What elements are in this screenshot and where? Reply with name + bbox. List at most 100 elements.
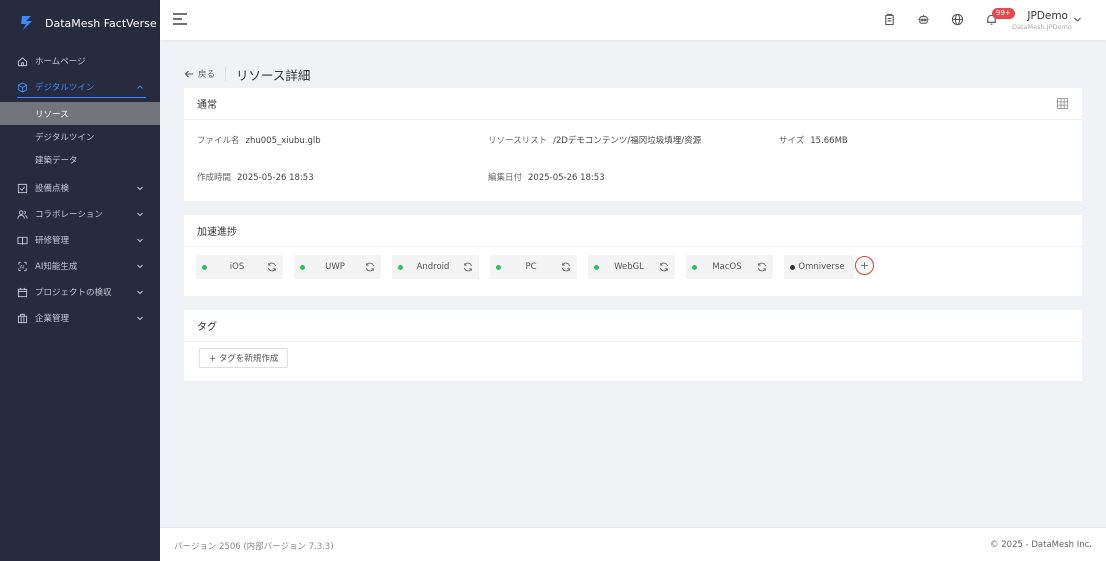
sidebar-item-collaboration[interactable]: コラボレーション: [0, 201, 160, 227]
checkbox-icon: [17, 183, 28, 194]
sidebar-item-label: 企業管理: [35, 314, 70, 324]
created-value: 2025-05-26 18:53: [237, 173, 314, 183]
size-field: サイズ 15.66MB: [779, 134, 848, 146]
version-text: バージョン 2506 (内部バージョン 7.3.3): [174, 542, 334, 552]
svg-text:AI: AI: [20, 264, 24, 270]
sidebar-subitem-digital-twin[interactable]: デジタルツイン: [0, 125, 160, 148]
page-title: リソース詳細: [236, 67, 311, 83]
add-platform-button[interactable]: +: [855, 256, 874, 275]
platform-webgl[interactable]: WebGL: [588, 255, 675, 279]
chevron-down-icon: [136, 236, 144, 244]
refresh-icon[interactable]: [561, 262, 571, 272]
cube-icon: [17, 81, 28, 93]
back-button[interactable]: 戻る: [184, 68, 215, 80]
card-title: 加速進捗: [184, 215, 1082, 247]
platform-name: UWP: [325, 262, 345, 272]
sidebar-nav: ホームページ デジタルツイン リソース デジタルツイン 建築データ 設備点検 コ…: [0, 48, 160, 331]
platform-list: iOS UWP Android PC WebGL MacOS Omniverse: [196, 255, 865, 279]
clipboard-icon[interactable]: [883, 13, 896, 26]
platform-name: MacOS: [712, 262, 742, 272]
sidebar: DataMesh FactVerse ホームページ デジタルツイン リソース デ…: [0, 0, 160, 561]
page-heading: 戻る リソース詳細: [184, 64, 310, 84]
chevron-down-icon: [1073, 15, 1082, 24]
tags-title: タグ: [197, 322, 217, 333]
brand-logo-icon: [21, 16, 32, 30]
sidebar-item-project-acceptance[interactable]: プロジェクトの検収: [0, 279, 160, 305]
file-name-field: ファイル名 zhu005_xiubu.glb: [197, 134, 321, 146]
ai-icon: AI: [17, 261, 28, 272]
file-name-value: zhu005_xiubu.glb: [245, 136, 321, 146]
robot-icon[interactable]: [917, 13, 930, 26]
top-header: 99+ JPDemo DataMesh.JPDemo: [160, 0, 1106, 40]
acceleration-card: 加速進捗 iOS UWP Android PC WebGL MacOS Omni…: [184, 215, 1082, 296]
acceleration-title: 加速進捗: [197, 227, 237, 238]
menu-toggle-icon[interactable]: [172, 12, 188, 26]
building-icon: [17, 313, 28, 324]
refresh-icon[interactable]: [365, 262, 375, 272]
size-label: サイズ: [779, 136, 805, 146]
new-tag-button[interactable]: + タグを新規作成: [199, 348, 289, 368]
sidebar-item-label: 研修管理: [35, 236, 70, 246]
resource-list-field: リソースリスト/2Dデモコンテンツ/福冈垃圾填埋/资源: [488, 134, 701, 146]
platform-ios[interactable]: iOS: [196, 255, 283, 279]
sidebar-item-label: AI知能生成: [35, 262, 78, 272]
platform-macos[interactable]: MacOS: [686, 255, 773, 279]
user-account: DataMesh.JPDemo: [1012, 23, 1072, 31]
book-icon: [17, 235, 28, 246]
sidebar-item-label: デジタルツイン: [35, 83, 95, 93]
back-label: 戻る: [198, 70, 216, 80]
sidebar-subitem-building-data[interactable]: 建築データ: [0, 148, 160, 171]
user-name: JPDemo: [1027, 10, 1068, 22]
platform-name: Omniverse: [798, 262, 845, 272]
sidebar-item-digital-twin[interactable]: デジタルツイン: [0, 74, 160, 100]
sidebar-item-enterprise[interactable]: 企業管理: [0, 305, 160, 331]
users-icon: [17, 209, 28, 220]
general-title: 通常: [197, 100, 217, 111]
sidebar-item-label: プロジェクトの検収: [35, 288, 112, 298]
card-title: タグ: [184, 310, 1082, 342]
user-menu[interactable]: JPDemo DataMesh.JPDemo: [1012, 10, 1082, 31]
general-card: 通常 ファイル名 zhu005_xiubu.glb リソースリスト/2Dデモコンテ…: [184, 88, 1082, 201]
platform-name: PC: [525, 262, 537, 272]
chevron-down-icon: [136, 184, 144, 192]
home-icon: [17, 56, 28, 67]
arrow-left-icon: [184, 70, 193, 78]
resource-list-value: /2Dデモコンテンツ/福冈垃圾填埋/资源: [553, 136, 702, 146]
created-field: 作成時間 2025-05-26 18:53: [197, 171, 314, 183]
brand[interactable]: DataMesh FactVerse: [0, 0, 160, 46]
chevron-down-icon: [136, 262, 144, 270]
edited-label: 編集日付: [488, 173, 523, 183]
size-value: 15.66MB: [810, 136, 848, 146]
footer: バージョン 2506 (内部バージョン 7.3.3) © 2025 - Data…: [160, 527, 1106, 561]
platform-omniverse[interactable]: Omniverse: [784, 255, 854, 279]
resource-list-label: リソースリスト: [488, 136, 548, 146]
platform-name: iOS: [229, 262, 245, 272]
tags-card: タグ + タグを新規作成: [184, 310, 1082, 381]
sidebar-item-home[interactable]: ホームページ: [0, 48, 160, 74]
chevron-down-icon: [136, 314, 144, 322]
sidebar-item-training[interactable]: 研修管理: [0, 227, 160, 253]
sidebar-item-inspection[interactable]: 設備点検: [0, 175, 160, 201]
platform-name: Android: [416, 262, 450, 272]
divider: [225, 67, 227, 81]
edited-value: 2025-05-26 18:53: [528, 173, 605, 183]
sidebar-item-ai[interactable]: AI AI知能生成: [0, 253, 160, 279]
chevron-down-icon: [136, 210, 144, 218]
chevron-down-icon: [136, 288, 144, 296]
file-name-label: ファイル名: [197, 136, 240, 146]
platform-pc[interactable]: PC: [490, 255, 577, 279]
edited-field: 編集日付 2025-05-26 18:53: [488, 171, 605, 183]
refresh-icon[interactable]: [659, 262, 669, 272]
platform-android[interactable]: Android: [392, 255, 479, 279]
globe-icon[interactable]: [951, 13, 964, 26]
chevron-up-icon: [136, 83, 144, 91]
grid-view-icon[interactable]: [1057, 98, 1068, 109]
created-label: 作成時間: [197, 173, 232, 183]
brand-name: DataMesh FactVerse: [45, 16, 157, 30]
card-title: 通常: [184, 88, 1082, 120]
refresh-icon[interactable]: [757, 262, 767, 272]
sidebar-subitem-resource[interactable]: リソース: [0, 102, 160, 125]
platform-uwp[interactable]: UWP: [294, 255, 381, 279]
refresh-icon[interactable]: [463, 262, 473, 272]
refresh-icon[interactable]: [267, 262, 277, 272]
